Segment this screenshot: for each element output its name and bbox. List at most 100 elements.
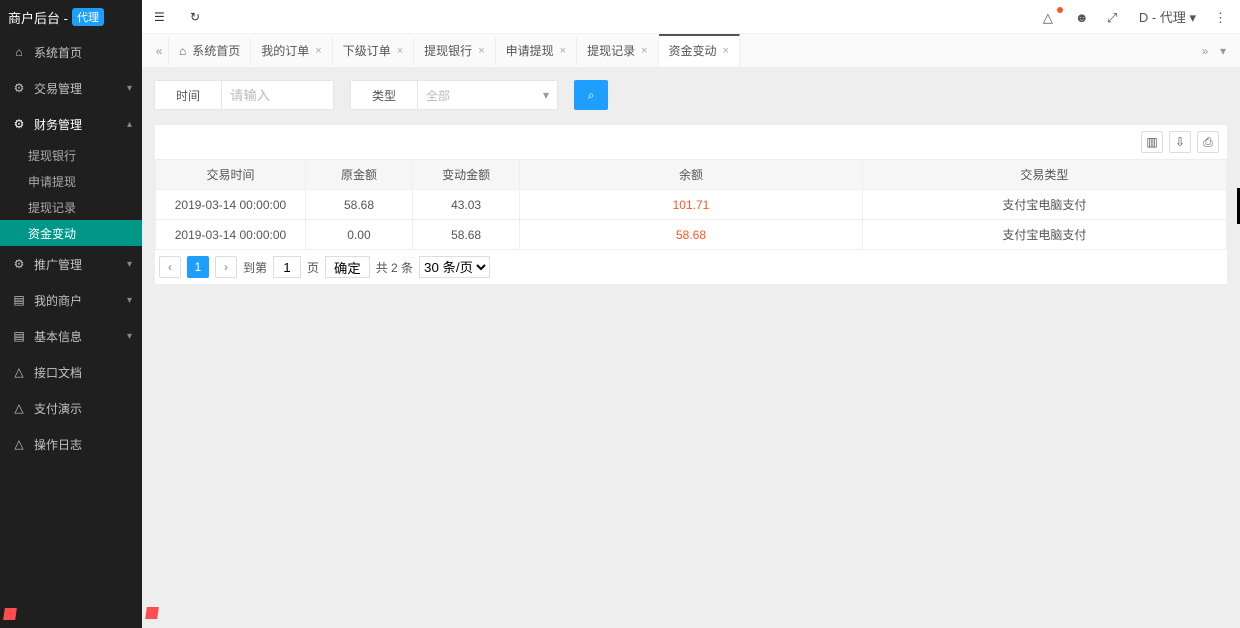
chevron-down-icon: ▾	[127, 259, 132, 270]
chevron-down-icon: ▾	[127, 83, 132, 94]
pager-size-select[interactable]: 30 条/页	[419, 256, 490, 278]
search-icon: ⌕	[588, 88, 595, 103]
tab-sub-orders[interactable]: 下级订单×	[333, 37, 414, 65]
tabs-scroll-left[interactable]: «	[150, 44, 168, 58]
close-icon[interactable]: ×	[478, 45, 484, 57]
filter-time: 时间	[154, 80, 334, 110]
topbar: ☰ ↻ △ ☻ ⤢ D - 代理 ▾ ⋮	[142, 0, 1240, 34]
table-card: ▥ ⇩ ⎙ 交易时间 原金额 变动金额 余额 交易类型 201	[154, 124, 1228, 285]
refresh-icon[interactable]: ↻	[190, 10, 204, 24]
columns-tool-icon[interactable]: ▥	[1141, 131, 1163, 153]
export-tool-icon[interactable]: ⇩	[1169, 131, 1191, 153]
brand-mark-icon	[146, 607, 158, 622]
sidebar-item-merchant[interactable]: ▤ 我的商户 ▾	[0, 282, 142, 318]
close-icon[interactable]: ×	[641, 45, 647, 57]
col-time: 交易时间	[156, 160, 306, 190]
tab-fund-change[interactable]: 资金变动×	[659, 34, 740, 66]
chevron-down-icon: ▾	[127, 295, 132, 306]
sidebar-item-label: 我的商户	[34, 292, 82, 309]
sidebar-item-promo[interactable]: ⚙ 推广管理 ▾	[0, 246, 142, 282]
pager-prev[interactable]: ‹	[159, 256, 181, 278]
close-icon[interactable]: ×	[315, 45, 321, 57]
table-row: 2019-03-14 00:00:00 0.00 58.68 58.68 支付宝…	[156, 220, 1227, 250]
sidebar-item-label: 推广管理	[34, 256, 82, 273]
pager-total: 共 2 条	[376, 259, 413, 276]
pager: ‹ 1 › 到第 页 确定 共 2 条 30 条/页	[155, 250, 1227, 284]
tab-my-orders[interactable]: 我的订单×	[251, 37, 332, 65]
chevron-up-icon: ▴	[127, 119, 132, 130]
sidebar-header: 商户后台 - 代理	[0, 0, 142, 34]
tab-withdraw-bank[interactable]: 提现银行×	[414, 37, 495, 65]
sidebar-item-home[interactable]: ⌂ 系统首页	[0, 34, 142, 70]
sidebar-item-label: 基本信息	[34, 328, 82, 345]
sidebar-sub-withdraw-bank[interactable]: 提现银行	[0, 142, 142, 168]
sidebar: 商户后台 - 代理 ⌂ 系统首页 ⚙ 交易管理 ▾ ⚙ 财务管理 ▴ 提现银行 …	[0, 0, 142, 628]
gear-icon: ⚙	[12, 81, 26, 95]
pager-next[interactable]: ›	[215, 256, 237, 278]
sidebar-item-label: 系统首页	[34, 44, 82, 61]
pager-page-input[interactable]	[273, 256, 301, 278]
filter-type-select[interactable]: 全部 ▾	[418, 80, 558, 110]
sidebar-item-label: 操作日志	[34, 436, 82, 453]
sidebar-sub-withdraw-apply[interactable]: 申请提现	[0, 168, 142, 194]
chat-icon[interactable]: ☻	[1075, 10, 1089, 24]
col-change: 变动金额	[413, 160, 520, 190]
pager-page-unit: 页	[307, 259, 319, 276]
pager-to-label: 到第	[243, 259, 267, 276]
filter-time-label: 时间	[154, 80, 222, 110]
col-balance: 余额	[520, 160, 863, 190]
sidebar-item-op-log[interactable]: △ 操作日志	[0, 426, 142, 462]
bell-icon: △	[12, 437, 26, 451]
gear-icon: ⚙	[12, 117, 26, 131]
menu-toggle-icon[interactable]: ☰	[154, 10, 168, 24]
notification-icon[interactable]: △	[1043, 10, 1057, 24]
more-icon[interactable]: ⋮	[1214, 10, 1228, 24]
bell-icon: △	[12, 365, 26, 379]
tab-withdraw-apply[interactable]: 申请提现×	[496, 37, 577, 65]
search-button[interactable]: ⌕	[574, 80, 608, 110]
sidebar-item-basic[interactable]: ▤ 基本信息 ▾	[0, 318, 142, 354]
brand-mark-icon	[4, 608, 18, 622]
print-tool-icon[interactable]: ⎙	[1197, 131, 1219, 153]
app-title: 商户后台 -	[8, 8, 68, 27]
close-icon[interactable]: ×	[397, 45, 403, 57]
sidebar-item-finance[interactable]: ⚙ 财务管理 ▴	[0, 106, 142, 142]
sidebar-item-api-doc[interactable]: △ 接口文档	[0, 354, 142, 390]
home-icon: ⌂	[179, 44, 186, 58]
tabs-bar: « ⌂ 系统首页 我的订单× 下级订单× 提现银行× 申请提现× 提现记录× 资…	[142, 34, 1240, 68]
sidebar-item-trade[interactable]: ⚙ 交易管理 ▾	[0, 70, 142, 106]
list-icon: ▤	[12, 329, 26, 343]
col-type: 交易类型	[862, 160, 1226, 190]
chevron-down-icon: ▾	[127, 331, 132, 342]
tabs-dropdown-icon[interactable]: ▾	[1214, 44, 1232, 58]
user-menu[interactable]: D - 代理 ▾	[1139, 7, 1196, 26]
tabs-scroll-right[interactable]: »	[1196, 44, 1214, 58]
role-badge: 代理	[72, 8, 104, 26]
tab-home[interactable]: ⌂ 系统首页	[168, 37, 251, 65]
filter-time-input[interactable]	[222, 80, 334, 110]
table-row: 2019-03-14 00:00:00 58.68 43.03 101.71 支…	[156, 190, 1227, 220]
sidebar-item-label: 支付演示	[34, 400, 82, 417]
list-icon: ▤	[12, 293, 26, 307]
table-header-row: 交易时间 原金额 变动金额 余额 交易类型	[156, 160, 1227, 190]
sidebar-sub-withdraw-log[interactable]: 提现记录	[0, 194, 142, 220]
home-icon: ⌂	[12, 45, 26, 59]
col-orig: 原金额	[305, 160, 412, 190]
filter-type: 类型 全部 ▾	[350, 80, 558, 110]
content-area: 时间 类型 全部 ▾ ⌕ ▥ ⇩ ⎙	[142, 68, 1240, 628]
sidebar-sub-fund-change[interactable]: 资金变动	[0, 220, 142, 246]
pager-go-button[interactable]: 确定	[325, 256, 370, 278]
close-icon[interactable]: ×	[723, 45, 729, 57]
chevron-down-icon: ▾	[543, 88, 549, 102]
fund-change-table: 交易时间 原金额 变动金额 余额 交易类型 2019-03-14 00:00:0…	[155, 159, 1227, 250]
close-icon[interactable]: ×	[560, 45, 566, 57]
tab-withdraw-log[interactable]: 提现记录×	[577, 37, 658, 65]
pager-page-1[interactable]: 1	[187, 256, 209, 278]
sidebar-item-pay-demo[interactable]: △ 支付演示	[0, 390, 142, 426]
fullscreen-icon[interactable]: ⤢	[1107, 10, 1121, 24]
sidebar-item-label: 接口文档	[34, 364, 82, 381]
sidebar-item-label: 财务管理	[34, 116, 82, 133]
notification-dot	[1057, 7, 1063, 13]
gear-icon: ⚙	[12, 257, 26, 271]
bell-icon: △	[12, 401, 26, 415]
